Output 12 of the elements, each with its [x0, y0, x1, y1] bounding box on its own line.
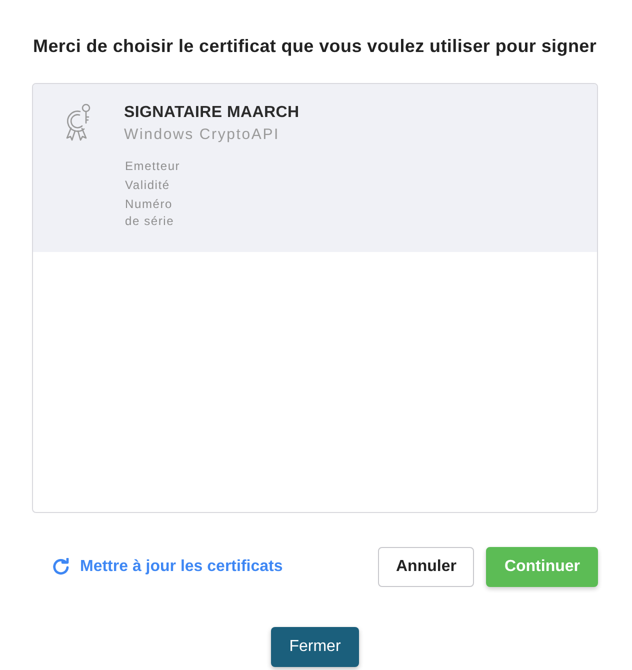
- certificate-name: SIGNATAIRE MAARCH: [124, 103, 300, 123]
- certificate-item[interactable]: SIGNATAIRE MAARCH Windows CryptoAPI Emetteur Validité Numéro de série: [33, 84, 597, 252]
- certificate-key-icon: [65, 103, 92, 141]
- certificate-provider: Windows CryptoAPI: [124, 126, 280, 144]
- field-label: Numéro de série: [125, 196, 176, 230]
- close-button[interactable]: Fermer: [271, 627, 359, 667]
- field-label: Emetteur: [125, 158, 182, 175]
- dialog-title: Merci de choisir le certificat que vous voulez utiliser pour signer: [33, 35, 598, 57]
- refresh-certificates-link[interactable]: Mettre à jour les certificats: [52, 558, 283, 576]
- refresh-icon: [52, 558, 70, 576]
- cancel-button[interactable]: Annuler: [378, 547, 474, 587]
- field-label: Validité: [125, 177, 171, 194]
